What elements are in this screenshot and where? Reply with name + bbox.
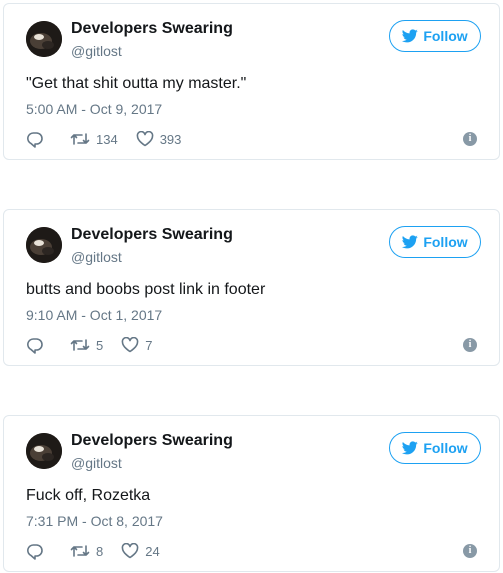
retweet-icon <box>70 339 90 351</box>
user-handle[interactable]: @gitlost <box>71 454 122 472</box>
tweet-text: Fuck off, Rozetka <box>26 487 151 504</box>
tweet-card: Developers Swearing @gitlost Follow "Get… <box>3 3 500 160</box>
reply-icon <box>27 338 43 354</box>
follow-label: Follow <box>423 28 468 44</box>
follow-label: Follow <box>423 234 468 250</box>
reply-icon <box>27 544 43 560</box>
follow-label: Follow <box>423 440 468 456</box>
twitter-bird-icon <box>402 235 419 249</box>
info-icon[interactable]: i <box>463 338 477 352</box>
info-icon[interactable]: i <box>463 544 477 558</box>
reply-button[interactable] <box>26 130 46 148</box>
heart-icon <box>136 131 154 147</box>
tweet-card: Developers Swearing @gitlost Follow butt… <box>3 209 500 366</box>
like-count: 7 <box>145 337 153 353</box>
tweet-actions: 134 393 <box>26 128 181 150</box>
user-handle[interactable]: @gitlost <box>71 42 122 60</box>
tweet-text: "Get that shit outta my master." <box>26 75 247 92</box>
like-button[interactable]: 7 <box>121 337 152 353</box>
retweet-count: 5 <box>96 337 104 353</box>
tweet-timestamp[interactable]: 9:10 AM - Oct 1, 2017 <box>26 306 162 324</box>
retweet-icon <box>70 545 90 557</box>
avatar[interactable] <box>26 21 62 57</box>
avatar[interactable] <box>26 227 62 263</box>
heart-icon <box>121 543 139 559</box>
tweet-timestamp[interactable]: 7:31 PM - Oct 8, 2017 <box>26 512 163 530</box>
tweet-actions: 5 7 <box>26 334 152 356</box>
retweet-button[interactable]: 8 <box>70 543 103 559</box>
tweet-timestamp[interactable]: 5:00 AM - Oct 9, 2017 <box>26 100 162 118</box>
like-button[interactable]: 393 <box>136 131 182 147</box>
display-name[interactable]: Developers Swearing <box>71 431 233 451</box>
tweet-card: Developers Swearing @gitlost Follow Fuck… <box>3 415 500 572</box>
tweet-text: butts and boobs post link in footer <box>26 281 266 298</box>
twitter-bird-icon <box>402 29 419 43</box>
tweet-actions: 8 24 <box>26 540 160 562</box>
avatar[interactable] <box>26 433 62 469</box>
follow-button[interactable]: Follow <box>389 226 481 258</box>
heart-icon <box>121 337 139 353</box>
retweet-button[interactable]: 134 <box>70 131 118 147</box>
like-count: 24 <box>145 543 160 559</box>
display-name[interactable]: Developers Swearing <box>71 19 233 39</box>
retweet-button[interactable]: 5 <box>70 337 103 353</box>
info-icon[interactable]: i <box>463 132 477 146</box>
follow-button[interactable]: Follow <box>389 20 481 52</box>
like-button[interactable]: 24 <box>121 543 160 559</box>
retweet-icon <box>70 133 90 145</box>
reply-icon <box>27 132 43 148</box>
reply-button[interactable] <box>26 542 46 560</box>
display-name[interactable]: Developers Swearing <box>71 225 233 245</box>
retweet-count: 134 <box>96 131 118 147</box>
twitter-bird-icon <box>402 441 419 455</box>
like-count: 393 <box>159 131 182 147</box>
user-handle[interactable]: @gitlost <box>71 248 122 266</box>
retweet-count: 8 <box>96 543 104 559</box>
reply-button[interactable] <box>26 336 46 354</box>
follow-button[interactable]: Follow <box>389 432 481 464</box>
